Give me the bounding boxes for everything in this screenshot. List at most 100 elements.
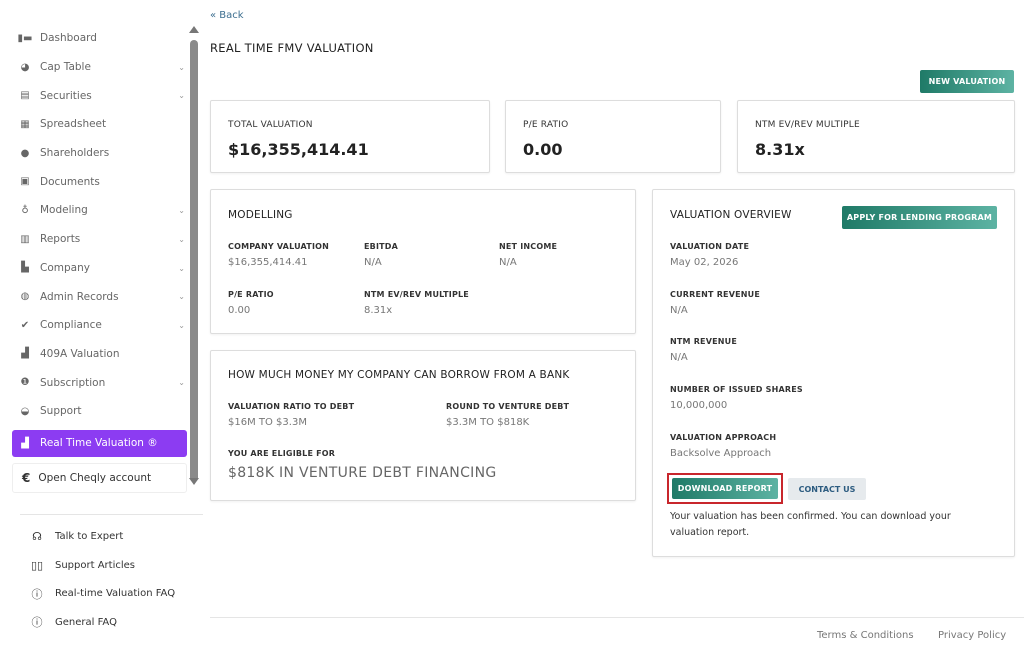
stat-label: NTM EV/REV MULTIPLE bbox=[755, 120, 860, 130]
cheqly-logo-icon: € bbox=[22, 470, 31, 485]
new-valuation-button[interactable]: NEW VALUATION bbox=[920, 70, 1014, 93]
person-icon: ● bbox=[20, 147, 30, 159]
borrow-card: HOW MUCH MONEY MY COMPANY CAN BORROW FRO… bbox=[210, 350, 636, 501]
sidebar-item-support[interactable]: ◒ Support bbox=[12, 397, 187, 426]
scroll-thumb[interactable] bbox=[190, 40, 198, 482]
ntm-ev-rev-card: NTM EV/REV MULTIPLE 8.31x bbox=[737, 100, 1015, 173]
sidebar-item-label: 409A Valuation bbox=[40, 347, 120, 360]
sidebar-item-real-time-valuation[interactable]: ▟ Real Time Valuation ® bbox=[12, 429, 187, 457]
sidebar-scrollbar[interactable] bbox=[188, 26, 200, 490]
sidebar-item-label: Reports bbox=[40, 233, 81, 246]
field-value: N/A bbox=[499, 257, 517, 268]
sidebar-item-label: Subscription bbox=[40, 376, 106, 389]
check-badge-icon: ✔ bbox=[20, 319, 30, 331]
confirmation-message: Your valuation has been confirmed. You c… bbox=[670, 511, 951, 538]
eligible-label: YOU ARE ELIGIBLE FOR bbox=[228, 449, 336, 458]
talk-to-expert-link[interactable]: ☊ Talk to Expert bbox=[30, 522, 175, 551]
field-label: VALUATION APPROACH bbox=[670, 433, 777, 442]
spreadsheet-icon: ▦ bbox=[20, 118, 30, 130]
sidebar-item-label: Compliance bbox=[40, 319, 102, 332]
page-title: REAL TIME FMV VALUATION bbox=[210, 41, 374, 55]
scroll-down-arrow-icon[interactable] bbox=[189, 478, 199, 485]
sidebar-item-label: Documents bbox=[40, 175, 100, 188]
field-value: N/A bbox=[670, 352, 688, 363]
chevron-down-icon: ⌄ bbox=[178, 320, 185, 330]
field-label: NET INCOME bbox=[499, 242, 558, 251]
sidebar-nav: ▮▬ Dashboard ◕ Cap Table ⌄ ▤ Securities … bbox=[12, 24, 187, 493]
folder-icon: ▣ bbox=[20, 176, 30, 188]
sidebar-item-dashboard[interactable]: ▮▬ Dashboard bbox=[12, 24, 187, 53]
field-value: Backsolve Approach bbox=[670, 448, 772, 459]
stat-value: $16,355,414.41 bbox=[228, 140, 369, 159]
stat-label: P/E RATIO bbox=[523, 120, 569, 130]
field-value: 0.00 bbox=[228, 305, 251, 316]
terms-link[interactable]: Terms & Conditions bbox=[817, 630, 914, 641]
field-value: 8.31x bbox=[364, 305, 393, 316]
field-value: $16M TO $3.3M bbox=[228, 417, 307, 428]
sidebar-item-cap-table[interactable]: ◕ Cap Table ⌄ bbox=[12, 53, 187, 82]
sidebar-item-documents[interactable]: ▣ Documents bbox=[12, 167, 187, 196]
eligible-amount: $818K IN VENTURE DEBT FINANCING bbox=[228, 465, 497, 481]
chevron-down-icon: ⌄ bbox=[178, 378, 185, 388]
pie-chart-icon: ◕ bbox=[20, 61, 30, 73]
report-icon: ▥ bbox=[20, 233, 30, 245]
contact-us-button[interactable]: CONTACT US bbox=[788, 478, 866, 500]
field-value: N/A bbox=[670, 305, 688, 316]
sidebar-item-compliance[interactable]: ✔ Compliance ⌄ bbox=[12, 311, 187, 340]
footer-divider bbox=[210, 617, 1024, 618]
field-label: ROUND TO VENTURE DEBT bbox=[446, 402, 570, 411]
real-time-valuation-faq-link[interactable]: ⓘ Real-time Valuation FAQ bbox=[30, 579, 176, 608]
field-label: VALUATION DATE bbox=[670, 242, 750, 251]
sidebar-item-label: Cap Table bbox=[40, 61, 91, 74]
sidebar-item-company[interactable]: ▙ Company ⌄ bbox=[12, 254, 187, 283]
download-report-highlight: DOWNLOAD REPORT bbox=[667, 473, 783, 504]
download-report-button[interactable]: DOWNLOAD REPORT bbox=[672, 478, 778, 499]
bar-chart-icon: ▟ bbox=[21, 437, 29, 449]
field-label: VALUATION RATIO TO DEBT bbox=[228, 402, 355, 411]
sidebar-item-securities[interactable]: ▤ Securities ⌄ bbox=[12, 81, 187, 110]
sidebar-item-label: Admin Records bbox=[40, 290, 119, 303]
sidebar-item-label: Spreadsheet bbox=[40, 118, 107, 131]
scroll-up-arrow-icon[interactable] bbox=[189, 26, 199, 33]
bar-chart-icon: ▟ bbox=[21, 348, 29, 360]
sidebar-item-admin-records[interactable]: ◍ Admin Records ⌄ bbox=[12, 282, 187, 311]
field-label: NTM REVENUE bbox=[670, 337, 738, 346]
sidebar-item-409a-valuation[interactable]: ▟ 409A Valuation bbox=[12, 340, 187, 369]
chevron-down-icon: ⌄ bbox=[178, 234, 185, 244]
open-cheqly-account-button[interactable]: € Open Cheqly account bbox=[12, 462, 187, 493]
help-item-label: Support Articles bbox=[55, 559, 135, 571]
sidebar-item-spreadsheet[interactable]: ▦ Spreadsheet bbox=[12, 110, 187, 139]
lightbulb-icon: ♁ bbox=[21, 204, 29, 216]
sidebar-item-label: Real Time Valuation ® bbox=[40, 437, 158, 450]
stat-label: TOTAL VALUATION bbox=[228, 120, 313, 130]
dashboard-icon: ▮▬ bbox=[17, 32, 33, 44]
sidebar-item-label: Support bbox=[40, 405, 82, 418]
section-title: MODELLING bbox=[228, 209, 293, 221]
question-icon: ⓘ bbox=[31, 616, 43, 630]
sidebar-item-label: Company bbox=[40, 261, 90, 274]
question-icon: ⓘ bbox=[31, 587, 43, 601]
sidebar-item-label: Securities bbox=[40, 89, 92, 102]
sidebar-item-modeling[interactable]: ♁ Modeling ⌄ bbox=[12, 196, 187, 225]
help-item-label: Talk to Expert bbox=[55, 530, 124, 542]
sidebar-divider bbox=[20, 514, 203, 515]
section-title: VALUATION OVERVIEW bbox=[670, 209, 792, 221]
general-faq-link[interactable]: ⓘ General FAQ bbox=[30, 608, 175, 637]
field-value: May 02, 2026 bbox=[670, 257, 739, 268]
chevron-down-icon: ⌄ bbox=[178, 62, 185, 72]
field-label: NTM EV/REV MULTIPLE bbox=[364, 290, 469, 299]
support-articles-link[interactable]: ▯▯ Support Articles bbox=[30, 551, 175, 580]
valuation-overview-card: VALUATION OVERVIEW APPLY FOR LENDING PRO… bbox=[652, 189, 1015, 557]
privacy-policy-link[interactable]: Privacy Policy bbox=[938, 630, 1006, 641]
sidebar-item-label: Modeling bbox=[40, 204, 88, 217]
sidebar-item-shareholders[interactable]: ● Shareholders bbox=[12, 139, 187, 168]
main-content: « Back REAL TIME FMV VALUATION NEW VALUA… bbox=[210, 0, 1024, 654]
back-link[interactable]: « Back bbox=[210, 10, 244, 21]
records-icon: ◍ bbox=[20, 291, 30, 303]
sidebar-item-reports[interactable]: ▥ Reports ⌄ bbox=[12, 225, 187, 254]
pe-ratio-card: P/E RATIO 0.00 bbox=[505, 100, 721, 173]
dollar-icon: ❶ bbox=[20, 377, 30, 389]
help-links: ☊ Talk to Expert ▯▯ Support Articles ⓘ R… bbox=[30, 522, 175, 637]
apply-for-lending-program-button[interactable]: APPLY FOR LENDING PROGRAM bbox=[842, 206, 997, 229]
sidebar-item-subscription[interactable]: ❶ Subscription ⌄ bbox=[12, 368, 187, 397]
